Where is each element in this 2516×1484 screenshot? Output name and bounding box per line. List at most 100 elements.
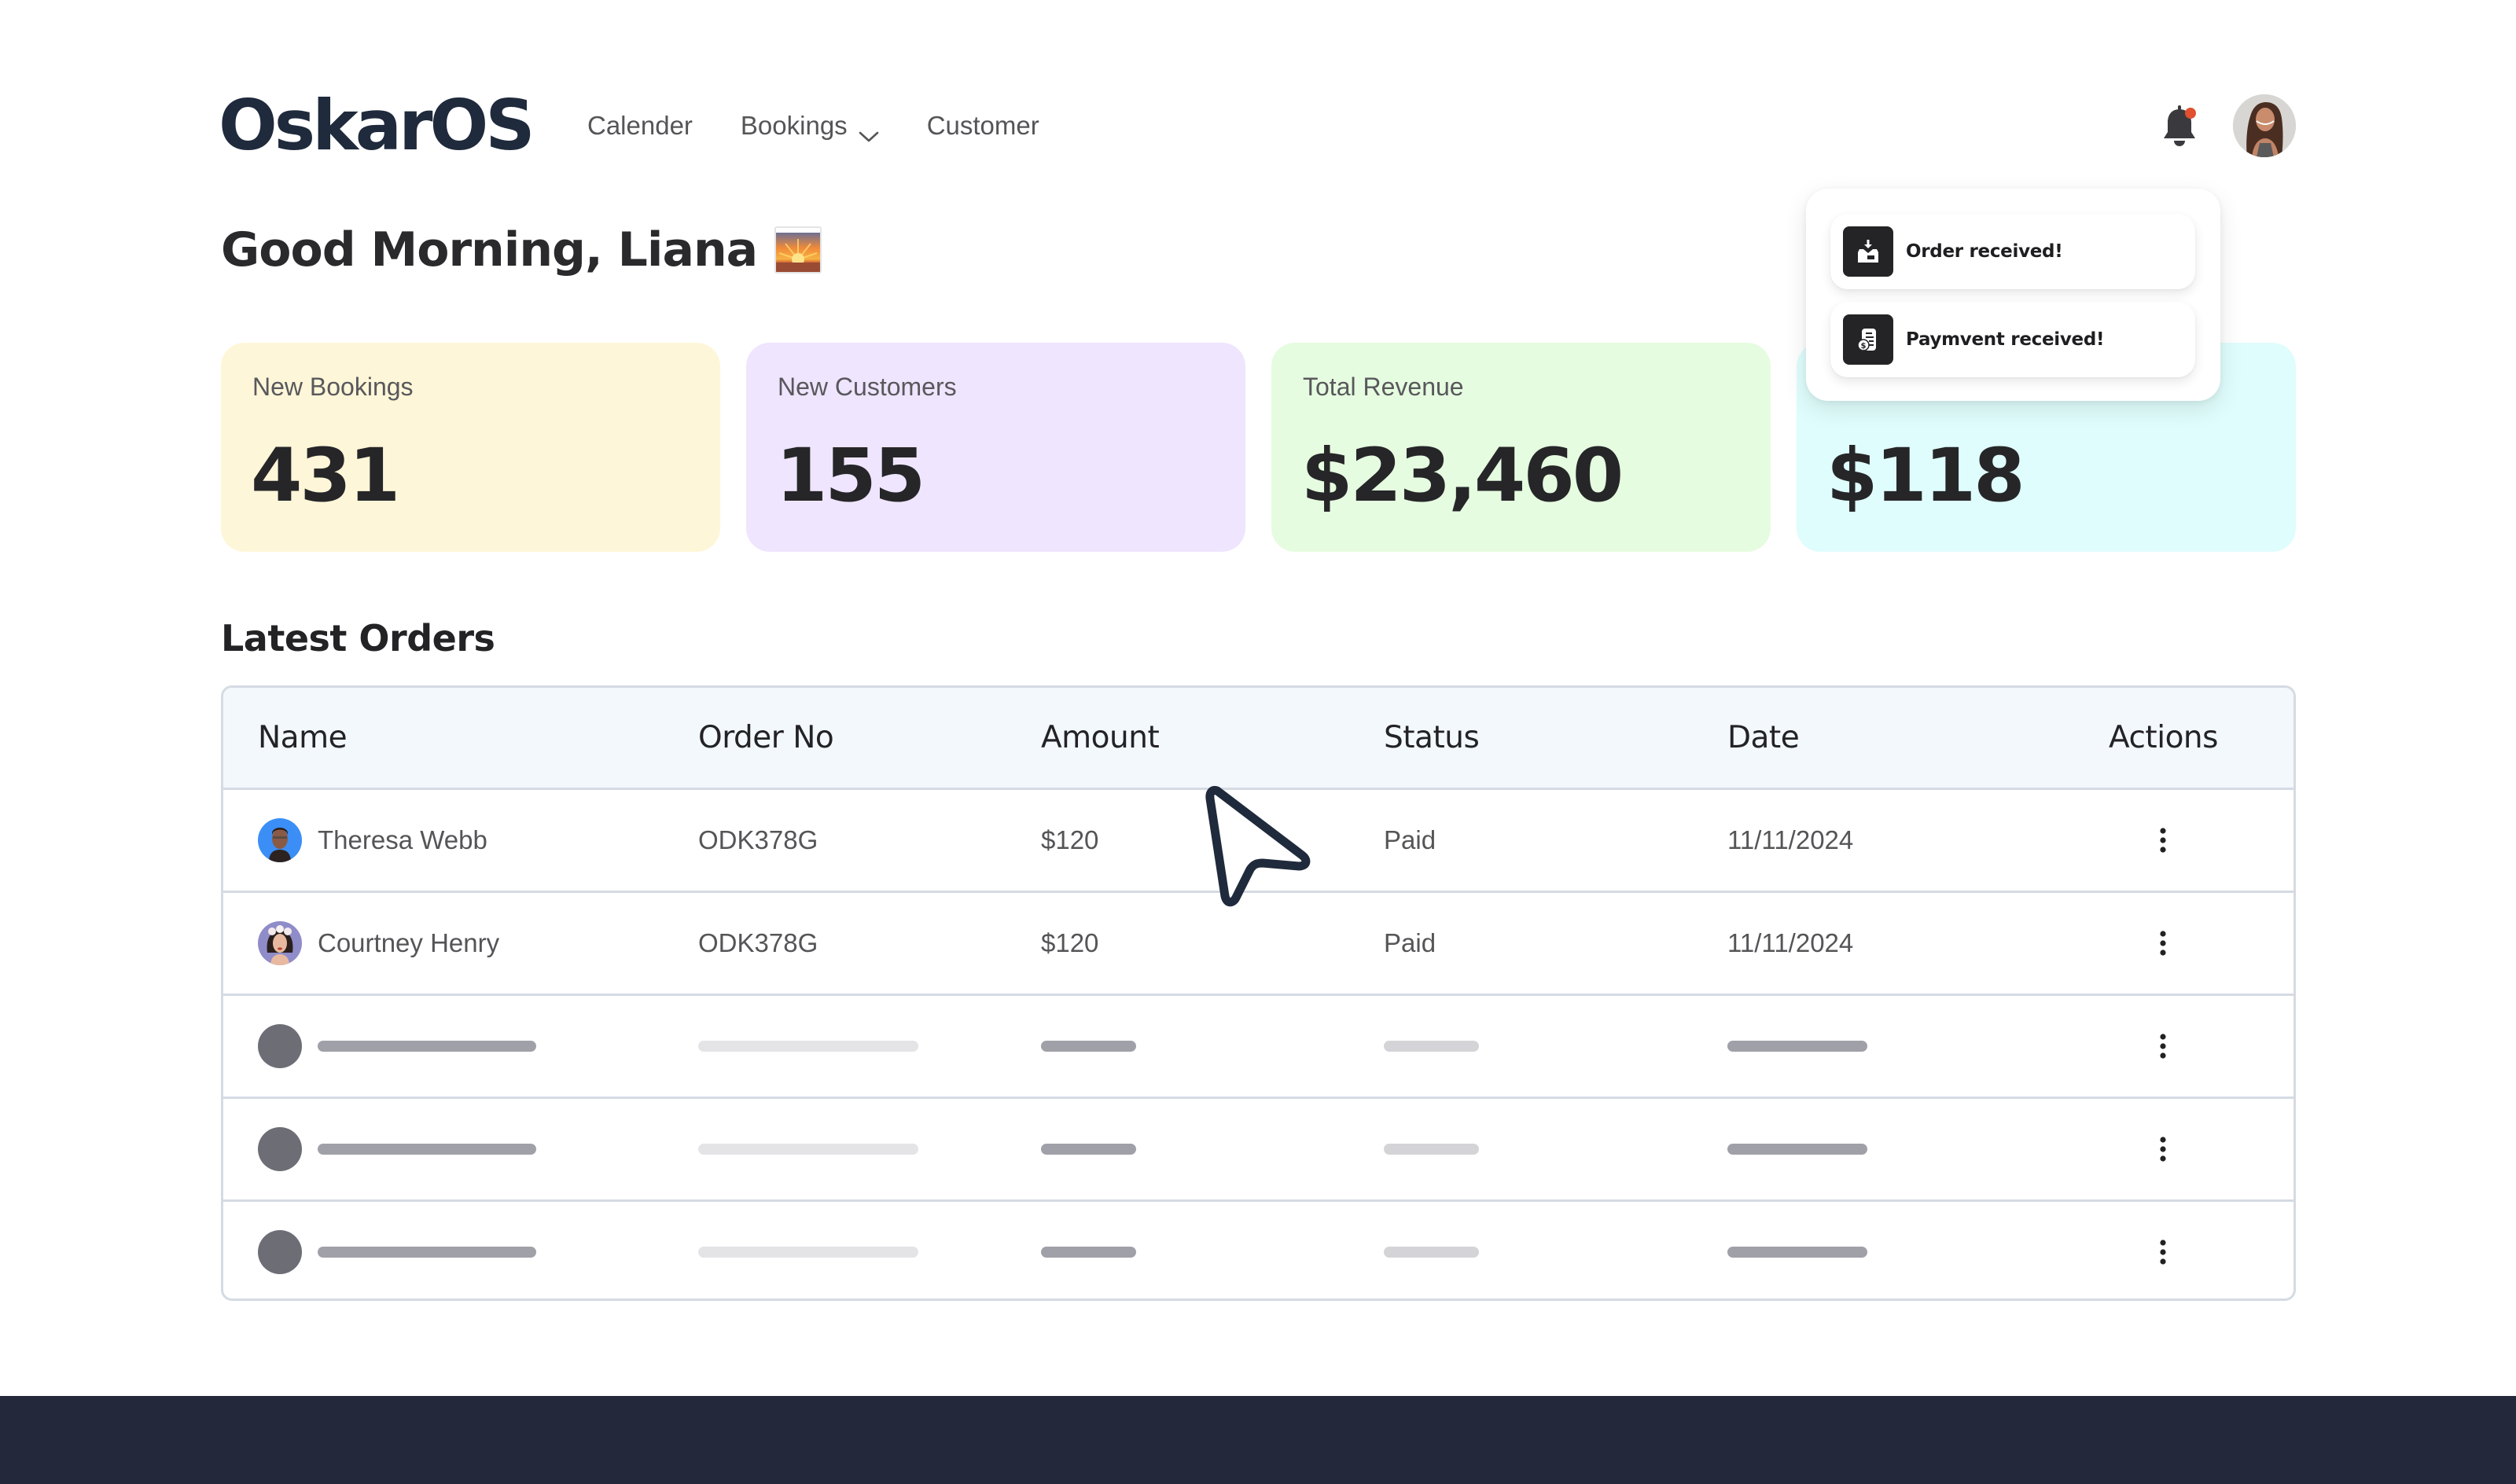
skeleton-bar bbox=[698, 1041, 918, 1052]
notifications-popup: Order received! $ Paymvent received! bbox=[1806, 189, 2220, 401]
skeleton-date bbox=[1727, 1202, 1867, 1298]
customer-name: Theresa Webb bbox=[318, 825, 487, 854]
column-header-status[interactable]: Status bbox=[1384, 688, 1480, 788]
table-row[interactable]: Theresa Webb ODK378G $120 Paid 11/11/202… bbox=[223, 790, 2293, 893]
skeleton-bar bbox=[1041, 1041, 1136, 1052]
nav-item-customer[interactable]: Customer bbox=[927, 111, 1039, 141]
skeleton-avatar bbox=[258, 1230, 302, 1274]
stat-value: 431 bbox=[251, 433, 400, 519]
row-actions-button[interactable] bbox=[2147, 790, 2179, 891]
skeleton-bar bbox=[698, 1144, 918, 1155]
table-row-loading bbox=[223, 1202, 2293, 1298]
column-header-actions: Actions bbox=[2109, 720, 2218, 755]
stat-value: $23,460 bbox=[1301, 433, 1624, 519]
cell-order-no: ODK378G bbox=[698, 928, 818, 957]
row-actions-button[interactable] bbox=[2147, 893, 2179, 994]
skeleton-status bbox=[1384, 1099, 1479, 1199]
skeleton-bar bbox=[1041, 1247, 1136, 1258]
column-header-name[interactable]: Name bbox=[258, 688, 348, 788]
skeleton-amount bbox=[1041, 996, 1136, 1096]
chevron-down-icon bbox=[859, 119, 879, 142]
stat-label: New Customers bbox=[778, 373, 957, 401]
cell-amount: $120 bbox=[1041, 825, 1099, 854]
table-row[interactable]: Courtney Henry ODK378G $120 Paid 11/11/2… bbox=[223, 893, 2293, 996]
skeleton-order-no bbox=[698, 996, 918, 1096]
table-header: Name Order No Amount Status Date Actions bbox=[223, 688, 2293, 790]
cell-status: Paid bbox=[1384, 825, 1436, 854]
skeleton-status bbox=[1384, 996, 1479, 1096]
nav-item-label: Bookings bbox=[740, 111, 848, 140]
greeting-text: Good Morning, Liana bbox=[221, 222, 758, 277]
app-logo[interactable]: OskarOS bbox=[219, 82, 535, 170]
more-vertical-icon bbox=[2160, 1137, 2166, 1162]
more-vertical-icon bbox=[2160, 828, 2166, 853]
notification-item[interactable]: $ Paymvent received! bbox=[1830, 302, 2195, 377]
nav-item-calender[interactable]: Calender bbox=[587, 111, 693, 141]
column-header-order-no[interactable]: Order No bbox=[698, 688, 834, 788]
nav-item-label: Customer bbox=[926, 111, 1039, 140]
nav-item-bookings[interactable]: Bookings bbox=[740, 111, 879, 142]
row-actions-button[interactable] bbox=[2147, 1202, 2179, 1298]
svg-text:$: $ bbox=[1861, 342, 1867, 351]
skeleton-bar bbox=[1384, 1247, 1479, 1258]
skeleton-name bbox=[258, 996, 536, 1096]
skeleton-order-no bbox=[698, 1202, 918, 1298]
stat-value: $118 bbox=[1826, 433, 2025, 519]
stat-card-new-bookings: New Bookings 431 bbox=[221, 343, 720, 552]
skeleton-bar bbox=[1727, 1041, 1867, 1052]
skeleton-status bbox=[1384, 1202, 1479, 1298]
table-row-loading bbox=[223, 996, 2293, 1099]
stat-value: 155 bbox=[776, 433, 925, 519]
skeleton-date bbox=[1727, 996, 1867, 1096]
cell-amount: $120 bbox=[1041, 928, 1099, 957]
footer bbox=[0, 1396, 2516, 1484]
column-header-amount[interactable]: Amount bbox=[1041, 688, 1160, 788]
cell-status: Paid bbox=[1384, 928, 1436, 957]
skeleton-date bbox=[1727, 1099, 1867, 1199]
inbox-download-icon bbox=[1843, 226, 1893, 277]
stat-card-total-revenue: Total Revenue $23,460 bbox=[1271, 343, 1771, 552]
user-avatar[interactable] bbox=[2233, 94, 2296, 157]
more-vertical-icon bbox=[2160, 1034, 2166, 1059]
stat-label: Total Revenue bbox=[1303, 373, 1464, 401]
skeleton-bar bbox=[1384, 1144, 1479, 1155]
notifications-button[interactable] bbox=[2161, 104, 2200, 149]
skeleton-bar bbox=[318, 1247, 536, 1258]
customer-photo-icon bbox=[258, 921, 302, 965]
skeleton-avatar bbox=[258, 1024, 302, 1068]
orders-table: Name Order No Amount Status Date Actions… bbox=[221, 685, 2296, 1301]
cell-date: 11/11/2024 bbox=[1727, 928, 1854, 957]
table-row-loading bbox=[223, 1099, 2293, 1202]
skeleton-amount bbox=[1041, 1202, 1136, 1298]
nav-item-label: Calender bbox=[587, 111, 693, 140]
unread-dot bbox=[2185, 108, 2196, 119]
skeleton-bar bbox=[318, 1041, 536, 1052]
latest-orders-title: Latest Orders bbox=[221, 617, 495, 659]
more-vertical-icon bbox=[2160, 1240, 2166, 1265]
customer-name: Courtney Henry bbox=[318, 928, 500, 957]
sunrise-emoji-icon bbox=[774, 226, 822, 274]
notification-text: Paymvent received! bbox=[1906, 329, 2105, 350]
skeleton-bar bbox=[1727, 1144, 1867, 1155]
greeting-heading: Good Morning, Liana bbox=[221, 217, 822, 283]
cell-name: Courtney Henry bbox=[258, 893, 499, 994]
notification-text: Order received! bbox=[1906, 241, 2063, 262]
skeleton-bar bbox=[1041, 1144, 1136, 1155]
avatar bbox=[258, 818, 302, 862]
cell-order-no: ODK378G bbox=[698, 825, 818, 854]
stat-label: New Bookings bbox=[252, 373, 414, 401]
skeleton-bar bbox=[1727, 1247, 1867, 1258]
column-header-date[interactable]: Date bbox=[1727, 688, 1800, 788]
row-actions-button[interactable] bbox=[2147, 996, 2179, 1096]
user-photo-icon bbox=[2233, 94, 2296, 157]
skeleton-avatar bbox=[258, 1127, 302, 1171]
bell-icon bbox=[2164, 105, 2196, 146]
notification-item[interactable]: Order received! bbox=[1830, 214, 2195, 289]
skeleton-order-no bbox=[698, 1099, 918, 1199]
row-actions-button[interactable] bbox=[2147, 1099, 2179, 1199]
stat-card-new-customers: New Customers 155 bbox=[746, 343, 1245, 552]
payment-receipt-icon: $ bbox=[1843, 314, 1893, 365]
customer-photo-icon bbox=[258, 818, 302, 862]
main-nav: Calender Bookings Customer bbox=[587, 107, 1039, 145]
skeleton-bar bbox=[318, 1144, 536, 1155]
